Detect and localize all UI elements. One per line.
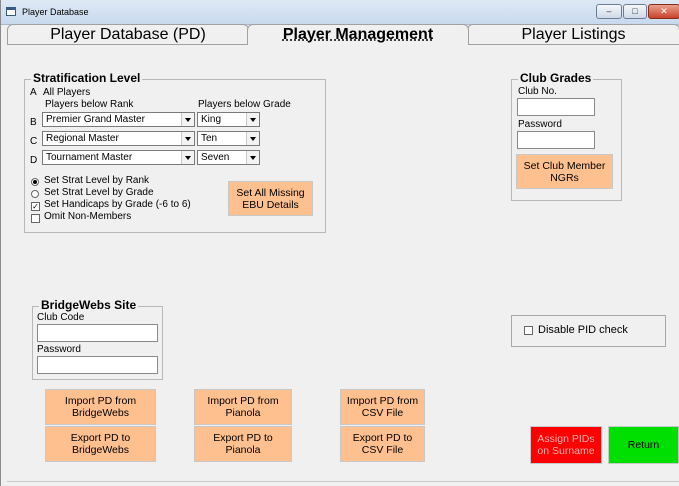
strat-by-rank-label: Set Strat Level by Rank — [44, 175, 149, 186]
tab-player-database[interactable]: Player Database (PD) — [7, 24, 249, 44]
grade-select-c-value: Ten — [201, 133, 217, 144]
tab-player-listings[interactable]: Player Listings — [467, 24, 679, 44]
maximize-button[interactable]: □ — [623, 4, 647, 19]
export-to-csv-button[interactable]: Export PD to CSV File — [340, 426, 425, 462]
grade-select-b-value: King — [201, 114, 221, 125]
chevron-down-icon — [181, 113, 194, 126]
strat-by-rank-radio[interactable] — [31, 178, 39, 186]
club-password-input[interactable] — [517, 131, 595, 149]
import-from-pianola-button[interactable]: Import PD from Pianola — [194, 389, 292, 425]
rank-select-d-value: Tournament Master — [46, 152, 132, 163]
omit-non-members-checkbox[interactable] — [31, 214, 40, 223]
app-icon — [6, 7, 16, 16]
rank-select-d[interactable]: Tournament Master — [42, 150, 195, 165]
grade-select-b[interactable]: King — [197, 112, 260, 127]
strat-by-grade-radio[interactable] — [31, 190, 39, 198]
omit-non-members-label: Omit Non-Members — [44, 211, 131, 222]
bridgewebs-title: BridgeWebs Site — [39, 298, 138, 312]
title-bar: Player Database – □ ✕ — [1, 0, 679, 25]
assign-pids-button[interactable]: Assign PIDs on Surname — [530, 426, 602, 464]
strat-by-grade-label: Set Strat Level by Grade — [44, 187, 154, 198]
club-no-label: Club No. — [518, 86, 557, 97]
tab-strip: Player Database (PD) Player Management P… — [7, 24, 679, 44]
chevron-down-icon — [246, 132, 259, 145]
set-club-member-ngrs-button[interactable]: Set Club Member NGRs — [516, 154, 613, 189]
row-a-letter: A — [30, 87, 37, 98]
rank-select-c[interactable]: Regional Master — [42, 131, 195, 146]
row-b-letter: B — [30, 117, 37, 128]
rank-select-c-value: Regional Master — [46, 133, 119, 144]
chevron-down-icon — [181, 151, 194, 164]
export-to-bridgewebs-button[interactable]: Export PD to BridgeWebs — [45, 426, 156, 462]
rank-select-b-value: Premier Grand Master — [46, 114, 145, 125]
row-c-letter: C — [30, 136, 37, 147]
import-from-bridgewebs-button[interactable]: Import PD from BridgeWebs — [45, 389, 156, 425]
chevron-down-icon — [246, 151, 259, 164]
minimize-button[interactable]: – — [596, 4, 622, 19]
grade-select-c[interactable]: Ten — [197, 131, 260, 146]
grade-select-d[interactable]: Seven — [197, 150, 260, 165]
stratification-title: Stratification Level — [31, 71, 142, 85]
grade-column-header: Players below Grade — [198, 99, 291, 110]
rank-select-b[interactable]: Premier Grand Master — [42, 112, 195, 127]
return-button[interactable]: Return — [608, 426, 679, 464]
rank-column-header: Players below Rank — [45, 99, 133, 110]
club-no-input[interactable] — [517, 98, 595, 116]
disable-pid-checkbox[interactable] — [524, 326, 533, 335]
close-button[interactable]: ✕ — [648, 4, 679, 19]
disable-pid-label: Disable PID check — [538, 324, 628, 336]
row-d-letter: D — [30, 155, 37, 166]
club-password-label: Password — [518, 119, 562, 130]
chevron-down-icon — [246, 113, 259, 126]
window-title: Player Database — [22, 7, 89, 17]
club-code-input[interactable] — [37, 324, 158, 342]
all-players-label: All Players — [43, 87, 90, 98]
import-from-csv-button[interactable]: Import PD from CSV File — [340, 389, 425, 425]
set-all-missing-ebu-button[interactable]: Set All Missing EBU Details — [228, 181, 313, 216]
player-database-window: Player Database – □ ✕ Player Database (P… — [0, 0, 679, 486]
club-grades-title: Club Grades — [518, 71, 593, 85]
grade-select-d-value: Seven — [201, 152, 229, 163]
club-code-label: Club Code — [37, 312, 84, 323]
handicaps-checkbox[interactable]: ✓ — [31, 202, 40, 211]
chevron-down-icon — [181, 132, 194, 145]
tab-player-management[interactable]: Player Management — [247, 24, 469, 45]
export-to-pianola-button[interactable]: Export PD to Pianola — [194, 426, 292, 462]
bridgewebs-password-input[interactable] — [37, 356, 158, 374]
bridgewebs-password-label: Password — [37, 344, 81, 355]
handicaps-label: Set Handicaps by Grade (-6 to 6) — [44, 199, 191, 210]
panel-bottom-border — [7, 481, 679, 482]
